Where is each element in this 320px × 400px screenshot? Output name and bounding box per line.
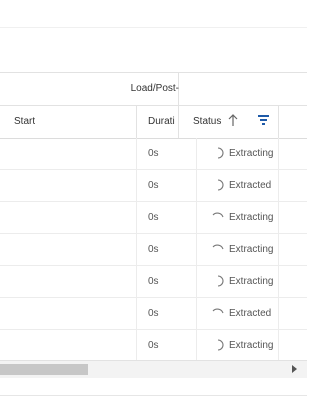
table-row[interactable]: 0s Extracted (0, 170, 307, 202)
filter-icon[interactable] (258, 115, 269, 125)
arrow-up-icon[interactable] (227, 113, 239, 127)
column-header-start[interactable]: Start (14, 116, 35, 127)
scroll-right-arrow-icon[interactable] (292, 365, 297, 373)
column-separator[interactable] (136, 106, 137, 138)
arc-top-icon (212, 308, 224, 314)
arc-right-icon (217, 179, 224, 191)
status-text: Extracting (229, 340, 274, 351)
table-row[interactable]: 0s Extracting (0, 138, 307, 170)
table-row[interactable]: 0s Extracting (0, 266, 307, 298)
duration-cell: 0s (148, 276, 159, 287)
status-text: Extracting (229, 244, 274, 255)
scrollbar-thumb[interactable] (0, 364, 88, 375)
status-text: Extracted (229, 180, 272, 191)
group-header-label: Load/Post- (130, 83, 179, 94)
top-divider (0, 27, 307, 28)
status-text: Extracted (229, 308, 272, 319)
table-row[interactable]: 0s Extracted (0, 298, 307, 330)
bottom-divider (0, 395, 307, 396)
column-separator[interactable] (178, 106, 179, 138)
status-text: Extracting (229, 148, 274, 159)
column-header-duration[interactable]: Durati (148, 116, 178, 127)
arc-right-icon (217, 147, 224, 159)
column-group-header: Load/Post- (0, 73, 307, 106)
table-row[interactable]: 0s Extracting (0, 330, 307, 362)
arc-top-icon (212, 244, 224, 250)
arc-top-icon (212, 212, 224, 218)
status-text: Extracting (229, 212, 274, 223)
column-separator[interactable] (278, 106, 279, 138)
duration-cell: 0s (148, 244, 159, 255)
table-row[interactable]: 0s Extracting (0, 234, 307, 266)
arc-right-icon (217, 275, 224, 287)
status-text: Extracting (229, 276, 274, 287)
duration-cell: 0s (148, 212, 159, 223)
column-header-status[interactable]: Status (193, 116, 221, 127)
table-row[interactable]: 0s Extracting (0, 202, 307, 234)
duration-cell: 0s (148, 340, 159, 351)
horizontal-scrollbar[interactable] (0, 360, 307, 378)
grid-body: 0s Extracting 0s Extracted 0s Extracting (0, 138, 307, 362)
arc-right-icon (217, 339, 224, 351)
duration-cell: 0s (148, 180, 159, 191)
duration-cell: 0s (148, 148, 159, 159)
duration-cell: 0s (148, 308, 159, 319)
data-grid: Load/Post- Start Durati Status 0s Extrac… (0, 72, 307, 383)
group-header-cell (178, 73, 279, 105)
